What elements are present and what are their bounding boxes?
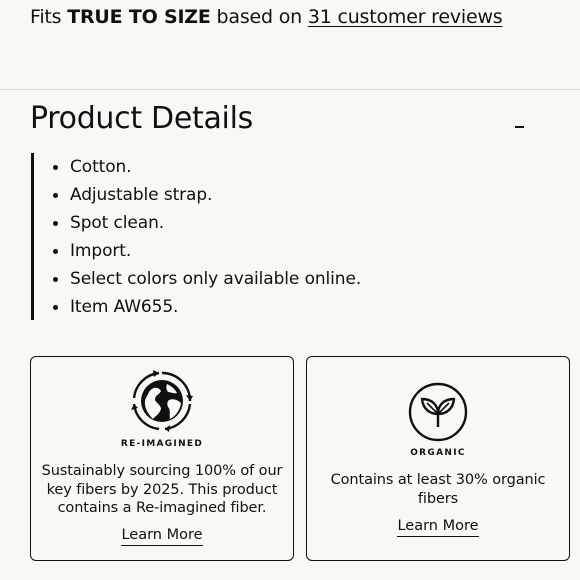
list-item: Cotton. — [52, 153, 431, 181]
fit-prefix: Fits — [30, 6, 62, 28]
section-divider — [0, 89, 580, 90]
sustainability-cards: RE-IMAGINED Sustainably sourcing 100% of… — [0, 356, 580, 566]
reimagined-card: RE-IMAGINED Sustainably sourcing 100% of… — [30, 356, 294, 561]
card-label: ORGANIC — [410, 448, 466, 458]
learn-more-link[interactable]: Learn More — [31, 527, 293, 546]
list-item: Adjustable strap. — [52, 181, 431, 209]
organic-card: ORGANIC Contains at least 30% organic fi… — [306, 356, 570, 561]
fit-summary: Fits TRUE TO SIZE based on 31 customer r… — [30, 6, 503, 28]
leaf-sprout-icon — [408, 382, 468, 442]
learn-more-label: Learn More — [121, 527, 203, 546]
learn-more-label: Learn More — [397, 518, 479, 537]
list-item: Item AW655. — [52, 293, 431, 321]
card-label: RE-IMAGINED — [120, 439, 204, 449]
globe-recycle-icon — [131, 370, 193, 432]
customer-reviews-link[interactable]: 31 customer reviews — [308, 6, 503, 28]
card-description: Sustainably sourcing 100% of our key fib… — [41, 463, 283, 516]
list-item: Import. — [52, 237, 431, 265]
product-details-title: Product Details — [30, 101, 253, 136]
card-description: Contains at least 30% organic fibers — [330, 472, 546, 507]
learn-more-link[interactable]: Learn More — [307, 518, 569, 537]
minus-icon — [515, 126, 524, 128]
product-details-list: Cotton. Adjustable strap. Spot clean. Im… — [31, 153, 431, 320]
list-item: Select colors only available online. — [52, 265, 431, 293]
fit-middle: based on — [216, 6, 303, 28]
product-details-collapse-button[interactable] — [512, 120, 528, 134]
fit-emphasis: TRUE TO SIZE — [67, 6, 211, 28]
list-item: Spot clean. — [52, 209, 431, 237]
